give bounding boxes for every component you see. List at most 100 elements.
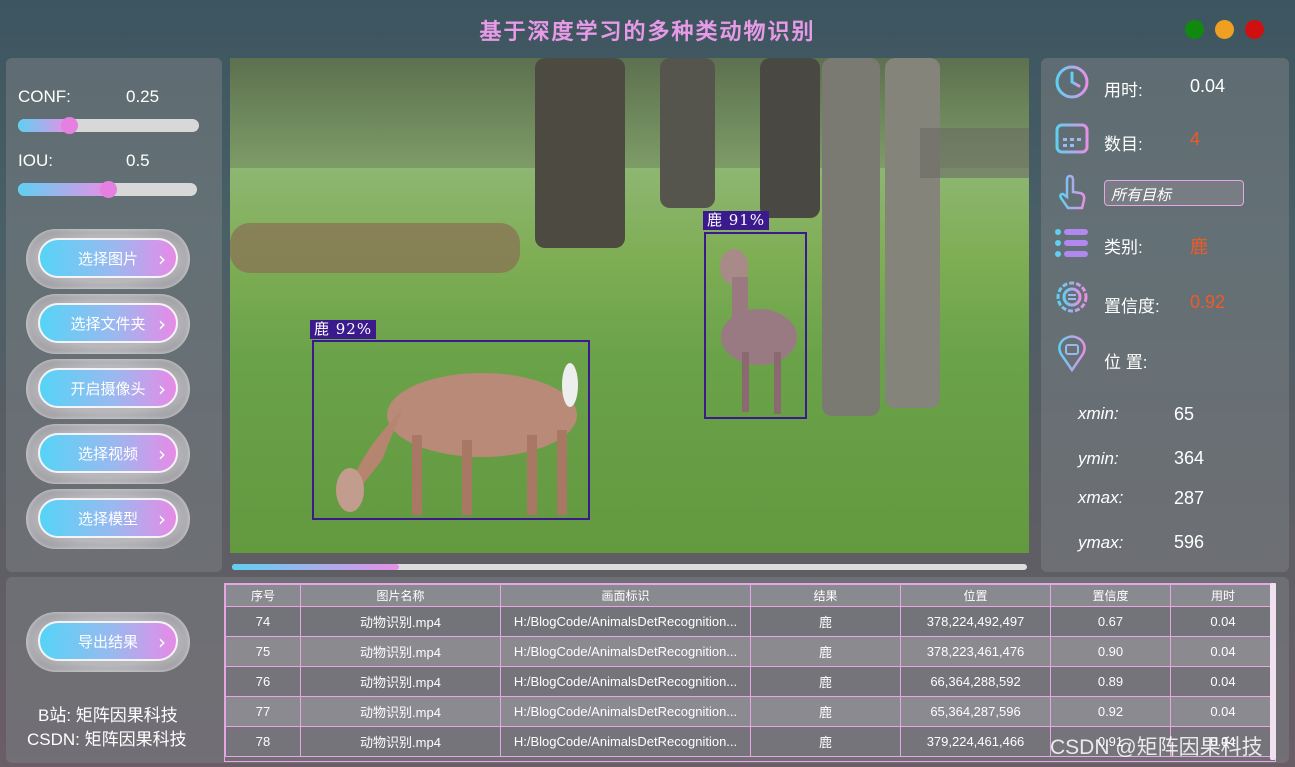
table-cell: 动物识别.mp4 (300, 606, 501, 637)
calendar-icon (1055, 121, 1089, 154)
detection-label: 鹿 92% (310, 320, 377, 339)
video-progress-fill (232, 564, 399, 570)
confidence-value: 0.92 (1190, 292, 1226, 312)
open-camera-label: 开启摄像头 (70, 380, 146, 398)
select-folder-button[interactable]: 选择文件夹 › (26, 294, 190, 354)
select-image-button[interactable]: 选择图片 › (26, 229, 190, 289)
confidence-label: 置信度: (1104, 297, 1160, 316)
detection-display: 鹿 92% 鹿 91% (230, 58, 1029, 553)
table-cell: 鹿 (750, 606, 901, 637)
table-cell: 77 (225, 696, 301, 727)
table-cell: 378,224,492,497 (900, 606, 1051, 637)
detection-label: 鹿 91% (703, 211, 770, 230)
table-cell: 78 (225, 726, 301, 757)
table-cell: 0.04 (1170, 696, 1275, 727)
select-model-label: 选择模型 (77, 510, 138, 528)
video-progress-bar[interactable] (232, 564, 1027, 570)
chevron-right-icon: › (158, 507, 166, 531)
tree-trunk (535, 58, 625, 248)
table-cell: 动物识别.mp4 (300, 636, 501, 667)
count-label: 数目: (1104, 135, 1143, 154)
column-header[interactable]: 画面标识 (500, 584, 751, 607)
table-cell: 0.89 (1050, 666, 1171, 697)
open-camera-button[interactable]: 开启摄像头 › (26, 359, 190, 419)
list-icon (1055, 229, 1088, 257)
detection-box (312, 340, 590, 520)
column-header[interactable]: 图片名称 (300, 584, 501, 607)
iou-slider-fill (18, 183, 108, 196)
table-cell: 66,364,288,592 (900, 666, 1051, 697)
xmax-value: 287 (1174, 488, 1205, 508)
iou-slider[interactable] (18, 181, 197, 198)
chevron-right-icon: › (158, 247, 166, 271)
gear-icon (1056, 281, 1088, 313)
xmin-value: 65 (1174, 404, 1195, 424)
table-row[interactable]: 75 动物识别.mp4 H:/BlogCode/AnimalsDetRecogn… (225, 636, 1275, 667)
class-value: 鹿 (1190, 237, 1208, 257)
location-pin-icon (1058, 335, 1086, 372)
conf-label: CONF: (18, 87, 71, 106)
table-row[interactable]: 74 动物识别.mp4 H:/BlogCode/AnimalsDetRecogn… (225, 606, 1275, 637)
table-cell: 动物识别.mp4 (300, 666, 501, 697)
count-value: 4 (1190, 129, 1201, 149)
tree-trunk (660, 58, 715, 208)
column-header[interactable]: 置信度 (1050, 584, 1171, 607)
fallen-log (920, 128, 1029, 178)
table-header-row: 序号 图片名称 画面标识 结果 位置 置信度 用时 (225, 584, 1275, 607)
conf-slider-handle[interactable] (60, 117, 78, 134)
close-button[interactable] (1245, 20, 1264, 39)
column-header[interactable]: 用时 (1170, 584, 1275, 607)
minimize-button[interactable] (1215, 20, 1234, 39)
dirt-patch (230, 223, 520, 273)
table-cell: H:/BlogCode/AnimalsDetRecognition... (500, 726, 751, 757)
select-image-label: 选择图片 (77, 250, 138, 268)
table-cell: 动物识别.mp4 (300, 726, 501, 757)
tree-trunk (885, 58, 940, 408)
iou-label: IOU: (18, 151, 53, 170)
chevron-right-icon: › (158, 630, 166, 654)
time-value: 0.04 (1190, 76, 1226, 96)
select-video-button[interactable]: 选择视频 › (26, 424, 190, 484)
time-label: 用时: (1104, 81, 1143, 100)
target-select-dropdown[interactable]: 所有目标 (1104, 180, 1244, 206)
position-label: 位 置: (1104, 353, 1148, 372)
table-cell: 74 (225, 606, 301, 637)
watermark-text: CSDN @矩阵因果科技 (1050, 736, 1263, 759)
table-cell: H:/BlogCode/AnimalsDetRecognition... (500, 696, 751, 727)
select-model-button[interactable]: 选择模型 › (26, 489, 190, 549)
ymax-label: ymax: (1078, 533, 1124, 552)
chevron-right-icon: › (158, 377, 166, 401)
maximize-button[interactable] (1185, 20, 1204, 39)
table-cell: 动物识别.mp4 (300, 696, 501, 727)
column-header[interactable]: 结果 (750, 584, 901, 607)
table-cell: 76 (225, 666, 301, 697)
table-cell: 65,364,287,596 (900, 696, 1051, 727)
class-label: 类别: (1104, 238, 1143, 257)
table-cell: 0.92 (1050, 696, 1171, 727)
app-title: 基于深度学习的多种类动物识别 (479, 19, 816, 45)
export-results-button[interactable]: 导出结果 › (26, 612, 190, 672)
table-cell: 鹿 (750, 696, 901, 727)
xmax-label: xmax: (1078, 488, 1124, 507)
table-cell: 鹿 (750, 636, 901, 667)
column-header[interactable]: 位置 (900, 584, 1051, 607)
table-row[interactable]: 76 动物识别.mp4 H:/BlogCode/AnimalsDetRecogn… (225, 666, 1275, 697)
table-cell: 鹿 (750, 726, 901, 757)
csdn-credit: CSDN: 矩阵因果科技 (27, 730, 187, 749)
column-header[interactable]: 序号 (225, 584, 301, 607)
detection-box (704, 232, 807, 419)
table-cell: 75 (225, 636, 301, 667)
table-cell: H:/BlogCode/AnimalsDetRecognition... (500, 606, 751, 637)
export-results-label: 导出结果 (77, 633, 138, 651)
chevron-right-icon: › (158, 312, 166, 336)
ymax-value: 596 (1174, 532, 1205, 552)
clock-icon (1055, 65, 1089, 99)
table-scrollbar[interactable] (1270, 583, 1276, 760)
chevron-right-icon: › (158, 442, 166, 466)
iou-value: 0.5 (126, 151, 150, 170)
conf-slider[interactable] (18, 117, 199, 134)
iou-slider-handle[interactable] (99, 181, 117, 198)
table-row[interactable]: 77 动物识别.mp4 H:/BlogCode/AnimalsDetRecogn… (225, 696, 1275, 727)
table-cell: H:/BlogCode/AnimalsDetRecognition... (500, 636, 751, 667)
conf-value: 0.25 (126, 87, 160, 106)
